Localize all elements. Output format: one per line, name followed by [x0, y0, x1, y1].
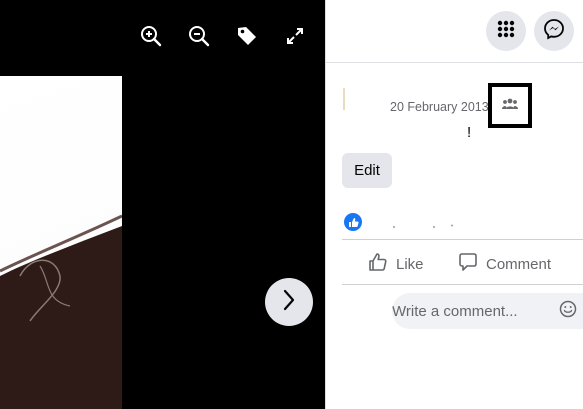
comment-icon: [458, 252, 486, 276]
next-photo-button[interactable]: [265, 278, 313, 326]
like-label: Like: [396, 255, 424, 273]
messenger-icon: [543, 18, 565, 45]
like-button[interactable]: Like: [368, 246, 424, 282]
comment-button[interactable]: Comment: [458, 246, 551, 282]
audience-selector[interactable]: [488, 83, 532, 128]
messenger-button[interactable]: [534, 11, 574, 51]
post-date[interactable]: 20 February 2013: [390, 100, 489, 114]
fullscreen-icon[interactable]: [281, 22, 309, 50]
chevron-right-icon: [282, 289, 296, 316]
like-reaction-icon[interactable]: [344, 213, 362, 231]
top-bar: [326, 0, 583, 63]
post-text: !: [467, 124, 472, 141]
avatar[interactable]: [343, 88, 349, 110]
comment-label: Comment: [486, 255, 552, 273]
reactions-summary[interactable]: [390, 224, 456, 230]
photo[interactable]: [0, 76, 122, 409]
friends-icon: [502, 97, 518, 115]
zoom-out-icon[interactable]: [185, 22, 213, 50]
menu-grid-icon: [496, 19, 516, 44]
zoom-in-icon[interactable]: [137, 22, 165, 50]
tag-icon[interactable]: [233, 22, 261, 50]
post-panel: 20 February 2013 ! Edit Like Comment Wri…: [325, 0, 583, 409]
edit-button[interactable]: Edit: [342, 153, 392, 188]
comment-box: [392, 293, 583, 329]
comment-input[interactable]: [392, 293, 557, 329]
smiley-icon: [559, 300, 577, 323]
thumbs-up-icon: [368, 252, 396, 276]
divider: [342, 284, 583, 285]
emoji-button[interactable]: [558, 300, 578, 323]
photo-viewer: [0, 0, 325, 409]
divider: [342, 239, 583, 240]
menu-grid-button[interactable]: [486, 11, 526, 51]
